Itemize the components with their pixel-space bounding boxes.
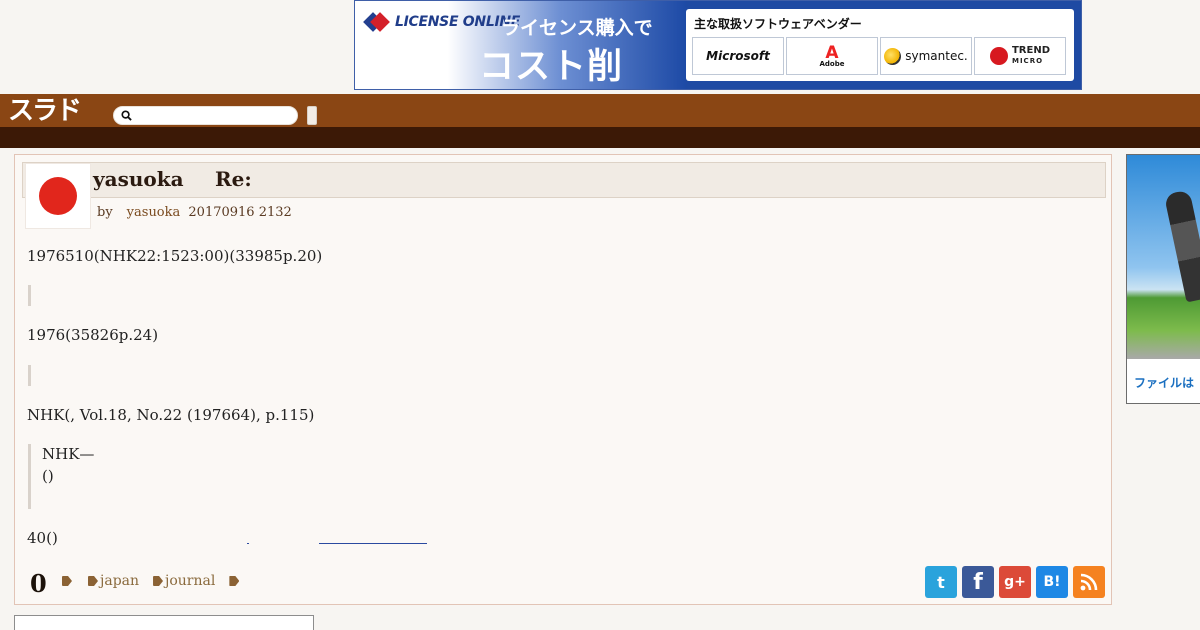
byline-author-link[interactable]: yasuoka xyxy=(127,205,181,220)
search-input[interactable] xyxy=(140,108,292,123)
tag-icon xyxy=(153,576,164,586)
tag[interactable] xyxy=(62,573,74,589)
hatena-bookmark-icon: B! xyxy=(1043,574,1061,590)
paragraph: 1976510(NHK22:1523:00)(33985p.20) xyxy=(27,247,323,265)
ad-copy-line2: コスト削減！ xyxy=(479,47,624,87)
paragraph: 1976(35826p.24) xyxy=(27,326,159,344)
ad-vendor-list: Microsoft A Adobe symantec. TREND MICRO xyxy=(692,37,1066,75)
license-online-logo-icon xyxy=(363,11,390,33)
ad-copy-line1: ライセンス購入で xyxy=(501,17,653,39)
search-icon xyxy=(121,110,132,121)
search-box[interactable] xyxy=(113,106,298,125)
search-button[interactable] xyxy=(307,106,317,125)
tag-label: japan xyxy=(100,573,140,589)
site-logo[interactable]: スラド xyxy=(8,97,82,125)
vendor-microsoft[interactable]: Microsoft xyxy=(692,37,784,75)
twitter-icon: t xyxy=(937,572,945,592)
tag-list: japan journal xyxy=(62,573,241,589)
trend-micro-icon xyxy=(989,47,1008,65)
title-bar xyxy=(22,162,1106,198)
tag[interactable] xyxy=(229,573,241,589)
vendor-symantec[interactable]: symantec. xyxy=(880,37,972,75)
rss-button[interactable] xyxy=(1073,566,1105,598)
tag-japan[interactable]: japan xyxy=(88,573,139,589)
tag-journal[interactable]: journal xyxy=(153,573,215,589)
vendor-trend-micro[interactable]: TREND MICRO xyxy=(974,37,1066,75)
avatar-red-circle-icon xyxy=(39,177,77,215)
symantec-logo-text: symantec. xyxy=(905,49,968,63)
ad-left-panel: LICENSE ONLINE ライセンス購入で コスト削減！ xyxy=(355,1,686,89)
facebook-share-button[interactable]: f xyxy=(962,566,994,598)
trend-micro-logo-text: TREND MICRO xyxy=(1012,46,1050,66)
avatar[interactable] xyxy=(26,164,90,228)
twitter-share-button[interactable]: t xyxy=(925,566,957,598)
paragraph: 40() xyxy=(27,529,58,547)
title-author[interactable]: yasuoka xyxy=(93,167,184,191)
paragraph: NHK(, Vol.18, No.22 (197664), p.115) xyxy=(27,406,315,424)
ad-vendors-panel: 主な取扱ソフトウェアベンダー Microsoft A Adobe symante… xyxy=(686,9,1074,81)
google-plus-share-button[interactable]: g+ xyxy=(999,566,1031,598)
score: 0 xyxy=(30,569,47,598)
link-underline[interactable] xyxy=(319,543,427,544)
ad-logo: LICENSE ONLINE xyxy=(363,11,520,33)
rss-icon xyxy=(1080,573,1098,591)
tag-icon xyxy=(88,576,98,586)
symantec-icon xyxy=(884,47,902,65)
tag-label: journal xyxy=(165,573,216,589)
byline-datetime: 20170916 2132 xyxy=(188,205,292,220)
microsoft-logo-text: Microsoft xyxy=(706,49,770,63)
hatena-bookmark-button[interactable]: B! xyxy=(1036,566,1068,598)
quote-bar xyxy=(28,365,31,386)
trend-micro-line1: TREND xyxy=(1011,45,1051,56)
byline: by yasuoka 20170916 2132 xyxy=(97,205,306,220)
adobe-logo-text: Adobe xyxy=(819,59,845,68)
tag-icon xyxy=(229,576,240,586)
vendor-adobe[interactable]: A Adobe xyxy=(786,37,878,75)
quote-bar xyxy=(28,285,31,306)
byline-by: by xyxy=(97,205,113,220)
blockquote-bar xyxy=(28,444,31,509)
adobe-logo: A Adobe xyxy=(819,42,845,68)
site-subheader xyxy=(0,127,1200,148)
adobe-icon: A xyxy=(824,42,840,63)
tag-icon xyxy=(62,576,72,586)
facebook-icon: f xyxy=(973,569,983,595)
comment-article: yasuoka Re: by yasuoka 20170916 2132 1976… xyxy=(14,154,1112,605)
blockquote-line: () xyxy=(42,467,54,485)
link-underline[interactable] xyxy=(247,543,249,544)
top-banner-ad[interactable]: LICENSE ONLINE ライセンス購入で コスト削減！ 主な取扱ソフトウェ… xyxy=(354,0,1082,90)
bottom-panel xyxy=(14,615,314,630)
ad-vendors-title: 主な取扱ソフトウェアベンダー xyxy=(694,17,862,31)
blockquote-line: NHK— xyxy=(42,445,95,463)
page-title[interactable]: Re: xyxy=(215,167,252,191)
side-ad[interactable]: ファイルは xyxy=(1126,154,1200,404)
google-plus-icon: g+ xyxy=(1004,574,1026,590)
side-ad-text: ファイルは xyxy=(1134,376,1195,390)
trend-micro-line2: MICRO xyxy=(1011,57,1044,65)
